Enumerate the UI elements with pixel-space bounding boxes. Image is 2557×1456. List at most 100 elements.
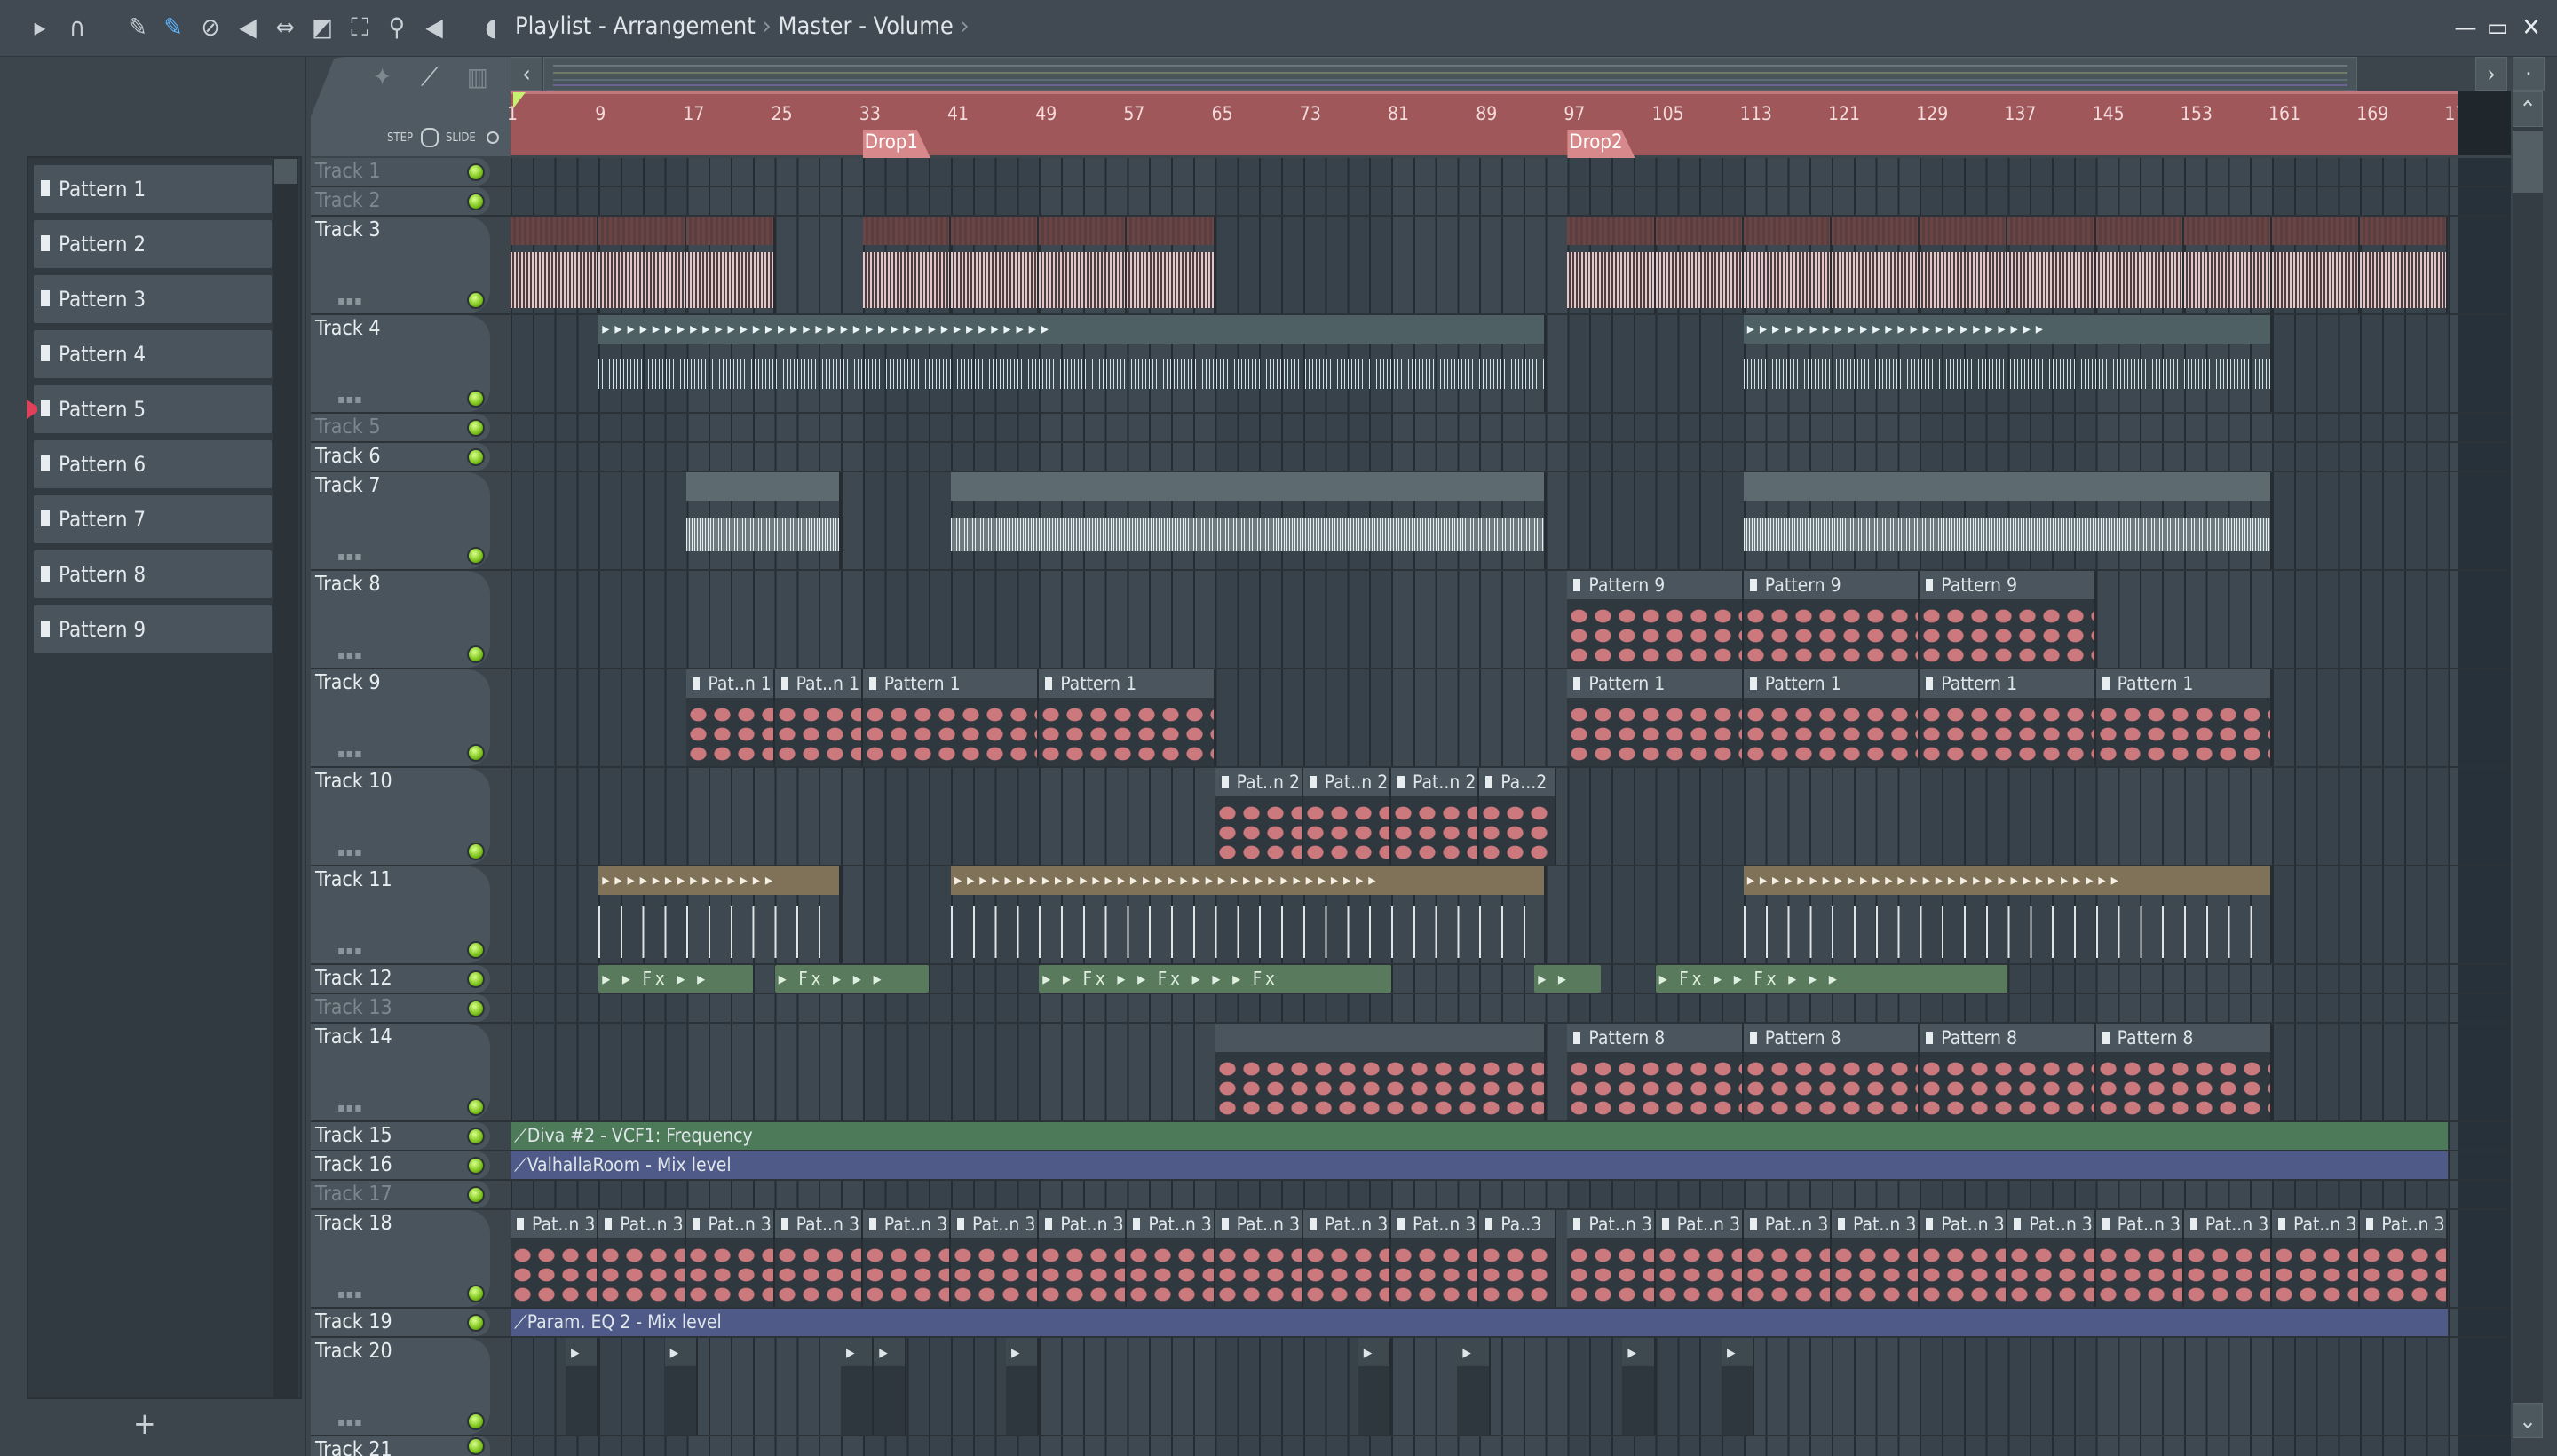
track-enable-led[interactable]	[467, 970, 485, 988]
track-options-icon[interactable]: ▪▪▪	[337, 747, 363, 761]
pattern-clip[interactable]: Pat..n 3	[1655, 1210, 1744, 1307]
arrangement-overview[interactable]	[543, 57, 2357, 91]
track-header[interactable]: Track 7 ▪▪▪	[311, 472, 490, 569]
scroll-left-button[interactable]: ‹	[511, 57, 542, 91]
timeline-ruler[interactable]: 1 9 17 25 33 41 49 57 65 73 81 89 97 105 113 121 129 137 1…	[507, 91, 2476, 158]
magnet-icon[interactable]: ∩	[62, 12, 92, 43]
track-options-icon[interactable]: ▪▪▪	[337, 1415, 363, 1429]
track-lane[interactable]: ▸ ▸ Fx ▸ ▸ ▸ Fx ▸ ▸ ▸ ▸ ▸ Fx ▸ ▸ Fx ▸ ▸ ▸ …	[511, 965, 2511, 993]
scrollbar-thumb[interactable]	[2513, 131, 2543, 193]
audio-clip-icon[interactable]: ✦	[373, 62, 392, 91]
track-header[interactable]: Track 13	[311, 994, 490, 1022]
small-clip-clip[interactable]: ▸	[1457, 1338, 1491, 1435]
maximize-button[interactable]: ▭	[2482, 12, 2513, 43]
audio-pink-clip[interactable]	[1567, 217, 1656, 313]
scroll-down-button[interactable]: ⌄	[2513, 1403, 2543, 1438]
overview-menu-button[interactable]: ·	[2513, 57, 2545, 91]
track-enable-led[interactable]	[467, 1000, 485, 1017]
track-lane[interactable]	[511, 1436, 2511, 1456]
select-icon[interactable]: ⛶	[344, 12, 375, 43]
pattern-clip[interactable]: Pat..n 3	[686, 1210, 775, 1307]
pattern-clip[interactable]: Pat..n 3	[2272, 1210, 2361, 1307]
pattern-clip[interactable]: Pat..n 3	[1127, 1210, 1215, 1307]
audio-tan-clip[interactable]: ▸▸▸▸▸▸▸▸▸▸▸▸▸▸▸▸▸▸▸▸▸▸▸▸▸▸▸▸▸▸▸▸▸▸	[951, 866, 1546, 963]
audio-pink-clip[interactable]	[2360, 217, 2449, 313]
track-lane[interactable]: ⟋ValhallaRoom - Mix level	[511, 1151, 2511, 1179]
pattern-clip[interactable]	[1215, 1024, 1546, 1120]
audio-pink-clip[interactable]	[2007, 217, 2096, 313]
pattern-clip[interactable]: Pat..n 1	[686, 669, 775, 766]
track-enable-led[interactable]	[467, 448, 485, 466]
slice-icon[interactable]: ◩	[307, 12, 337, 43]
speaker-icon[interactable]: ◖	[476, 12, 506, 43]
small-clip-clip[interactable]: ▸	[1006, 1338, 1040, 1435]
close-button[interactable]: ✕	[2516, 12, 2546, 43]
pattern-clip[interactable]: Pat..n 3	[1391, 1210, 1480, 1307]
track-enable-led[interactable]	[467, 645, 485, 663]
pattern-clip[interactable]: Pa...2	[1479, 768, 1556, 865]
pattern-item[interactable]: Pattern 8	[34, 550, 272, 598]
pattern-item[interactable]: Pattern 6	[34, 440, 272, 488]
audio-pink-clip[interactable]	[1743, 217, 1832, 313]
track-lane[interactable]	[511, 1181, 2511, 1208]
track-enable-led[interactable]	[467, 941, 485, 959]
audio-grey-clip[interactable]	[686, 472, 841, 569]
pattern-clip[interactable]: Pattern 9	[1920, 571, 2096, 668]
track-header[interactable]: Track 10 ▪▪▪	[311, 768, 490, 865]
track-header[interactable]: Track 14 ▪▪▪	[311, 1024, 490, 1120]
audio-pink-clip[interactable]	[2272, 217, 2361, 313]
pattern-clip[interactable]: Pattern 1	[1039, 669, 1215, 766]
track-lane[interactable]: ▸ ▸ ▸ ▸ ▸ ▸ ▸ ▸ ▸	[511, 1338, 2511, 1435]
auto-purple-clip[interactable]: ⟋Param. EQ 2 - Mix level	[511, 1309, 2449, 1336]
audio-pink-clip[interactable]	[1655, 217, 1744, 313]
track-options-icon[interactable]: ▪▪▪	[337, 944, 363, 958]
delete-icon[interactable]: ⊘	[195, 12, 226, 43]
audio-pink-clip[interactable]	[951, 217, 1040, 313]
pattern-list-scrollbar[interactable]	[273, 158, 298, 1397]
track-header[interactable]: Track 2	[311, 187, 490, 215]
pattern-clip[interactable]: Pat..n 3	[862, 1210, 951, 1307]
track-lane[interactable]: Pattern 8 Pattern 8 Pattern 8 Pattern 8	[511, 1024, 2511, 1120]
pattern-clip[interactable]: Pat..n 3	[1567, 1210, 1656, 1307]
pattern-item[interactable]: Pattern 9	[34, 605, 272, 653]
automation-clip-icon[interactable]: ⟋	[421, 62, 439, 92]
track-enable-led[interactable]	[467, 1285, 485, 1302]
track-header[interactable]: Track 18 ▪▪▪	[311, 1210, 490, 1307]
pattern-clip[interactable]: Pat..n 3	[2183, 1210, 2272, 1307]
audio-grey-clip[interactable]	[1743, 472, 2272, 569]
track-lane[interactable]: Pattern 9 Pattern 9 Pattern 9	[511, 571, 2511, 668]
fx-clip[interactable]: ▸ ▸ Fx ▸ ▸ Fx ▸ ▸ ▸ Fx	[1039, 965, 1391, 993]
scroll-up-button[interactable]: ⌃	[2513, 91, 2543, 127]
fx-clip[interactable]: ▸ ▸ Fx ▸ ▸	[598, 965, 753, 993]
pattern-item[interactable]: Pattern 7	[34, 495, 272, 543]
pattern-clip[interactable]: Pattern 1	[2095, 669, 2272, 766]
small-clip-clip[interactable]: ▸	[841, 1338, 875, 1435]
track-enable-led[interactable]	[467, 390, 485, 408]
zoom-icon[interactable]: ⚲	[382, 12, 412, 43]
playback-icon[interactable]: ◀	[419, 12, 449, 43]
pattern-clip[interactable]: Pat..n 1	[774, 669, 863, 766]
pattern-clip[interactable]: Pattern 8	[1920, 1024, 2096, 1120]
pattern-clip[interactable]: Pat..n 2	[1302, 768, 1391, 865]
track-header[interactable]: Track 17	[311, 1181, 490, 1208]
track-lane[interactable]: Pat..n 2 Pat..n 2 Pat..n 2 Pa...2	[511, 768, 2511, 865]
track-enable-led[interactable]	[467, 1157, 485, 1175]
fx-clip[interactable]: ▸ Fx ▸ ▸ Fx ▸ ▸ ▸	[1655, 965, 2008, 993]
slip-icon[interactable]: ⇔	[270, 12, 300, 43]
track-header[interactable]: Track 21▪▪▪	[311, 1436, 490, 1456]
fx-clip[interactable]: ▸ ▸	[1534, 965, 1601, 993]
pattern-clip[interactable]: Pattern 1	[1567, 669, 1744, 766]
track-enable-led[interactable]	[467, 419, 485, 437]
audio-pink-clip[interactable]	[598, 217, 687, 313]
breadcrumb-chevron-icon[interactable]: ›	[961, 12, 970, 40]
pattern-item[interactable]: Pattern 1	[34, 165, 272, 213]
pattern-clip[interactable]: Pattern 8	[1743, 1024, 1920, 1120]
pattern-clip[interactable]: Pat..n 3	[951, 1210, 1040, 1307]
audio-pink-clip[interactable]	[2095, 217, 2184, 313]
pattern-clip[interactable]: Pat..n 3	[2360, 1210, 2449, 1307]
small-clip-clip[interactable]: ▸	[1358, 1338, 1391, 1435]
audio-teal-clip[interactable]: ▸▸▸▸▸▸▸▸▸▸▸▸▸▸▸▸▸▸▸▸▸▸▸▸▸▸▸▸▸▸▸▸▸▸▸▸	[598, 315, 1546, 412]
track-enable-led[interactable]	[467, 1412, 485, 1430]
track-lane[interactable]: ⟋Param. EQ 2 - Mix level	[511, 1309, 2511, 1336]
audio-grey-clip[interactable]	[951, 472, 1546, 569]
